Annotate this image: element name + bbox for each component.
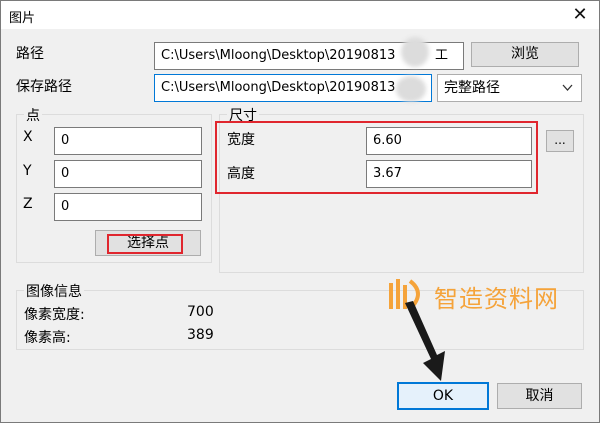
point-group-legend: 点 — [24, 105, 42, 125]
pixel-height-value: 389 — [187, 327, 214, 343]
path-mode-select[interactable]: 完整路径 — [437, 74, 582, 102]
select-point-highlight — [107, 234, 183, 254]
path-label: 路径 — [16, 46, 44, 62]
save-path-label: 保存路径 — [16, 79, 72, 95]
image-dialog: 图片 ✕ 路径 C:\Users\Mloong\Desktop\20190813… — [0, 0, 600, 423]
redaction-blur — [401, 37, 429, 67]
watermark-text: 智造资料网 — [434, 285, 559, 313]
y-label: Y — [23, 163, 32, 179]
ok-button[interactable]: OK — [397, 382, 489, 410]
z-input[interactable]: 0 — [54, 193, 202, 221]
path-value: C:\Users\Mloong\Desktop\20190813 — [161, 48, 396, 63]
redaction-blur-2 — [396, 76, 426, 102]
save-path-value: C:\Users\Mloong\Desktop\20190813 — [161, 80, 396, 95]
size-highlight — [215, 121, 538, 194]
image-info-legend: 图像信息 — [24, 281, 84, 301]
pixel-width-value: 700 — [187, 304, 214, 320]
z-label: Z — [23, 196, 33, 212]
save-path-input[interactable]: C:\Users\Mloong\Desktop\20190813 — [154, 74, 432, 102]
annotation-arrow-icon — [405, 301, 445, 381]
x-label: X — [23, 129, 33, 145]
browse-button[interactable]: 浏览 — [471, 42, 579, 67]
pixel-width-label: 像素宽度: — [24, 307, 85, 323]
close-icon[interactable]: ✕ — [569, 4, 591, 26]
title-bar: 图片 ✕ — [1, 1, 599, 29]
pixel-height-label: 像素高: — [24, 330, 71, 346]
size-more-button[interactable]: ... — [546, 130, 574, 152]
path-value-tail: 工 — [435, 48, 449, 63]
y-input[interactable]: 0 — [54, 160, 202, 188]
x-input[interactable]: 0 — [54, 127, 202, 155]
cancel-button[interactable]: 取消 — [497, 383, 582, 409]
chevron-down-icon — [562, 75, 573, 110]
dialog-title: 图片 — [9, 11, 36, 26]
path-mode-value: 完整路径 — [444, 80, 500, 96]
